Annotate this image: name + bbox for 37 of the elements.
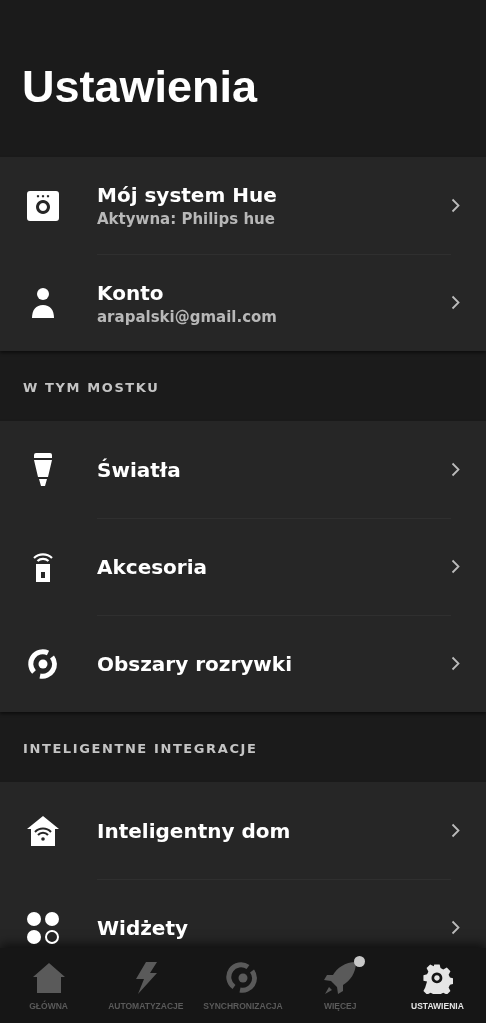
chevron-icon: [451, 656, 460, 671]
settings-item[interactable]: Akcesoria: [0, 518, 486, 615]
settings-item[interactable]: Inteligentny dom: [0, 782, 486, 879]
chevron-icon: [451, 823, 460, 838]
settings-item[interactable]: Mój system Hue Aktywna: Philips hue: [0, 157, 486, 254]
rocket-icon: [323, 960, 358, 995]
home-icon: [31, 961, 66, 994]
chevron-icon: [451, 559, 460, 574]
item-title: Mój system Hue: [97, 183, 277, 207]
item-title: Inteligentny dom: [97, 818, 291, 843]
nav-tab[interactable]: USTAWIENIA: [388, 948, 486, 1023]
chevron-icon: [451, 920, 460, 935]
lightning-icon: [133, 960, 158, 995]
item-subtitle: Aktywna: Philips hue: [97, 210, 275, 228]
section-heading: W TYM MOSTKU: [22, 378, 161, 397]
item-title: Obszary rozrywki: [97, 652, 292, 676]
sync-icon: [226, 960, 260, 995]
bridge-icon: [25, 188, 60, 223]
item-title: Widżety: [97, 916, 189, 940]
widgets-icon: [25, 910, 60, 945]
sync-icon: [25, 646, 60, 681]
section-heading: INTELIGENTNE INTEGRACJE: [22, 739, 259, 758]
house-wifi-icon: [25, 813, 60, 848]
page-title: Ustawienia: [22, 60, 258, 113]
chevron-icon: [451, 295, 460, 310]
settings-item[interactable]: Światła: [0, 421, 486, 518]
item-subtitle: arapalski@gmail.com: [97, 307, 277, 326]
settings-icon: [421, 961, 454, 994]
item-title: Akcesoria: [97, 555, 208, 579]
chevron-icon: [451, 462, 460, 477]
chevron-icon: [451, 198, 460, 213]
settings-item[interactable]: Obszary rozrywki: [0, 615, 486, 712]
person-icon: [30, 286, 55, 319]
settings-item[interactable]: Konto arapalski@gmail.com: [0, 254, 486, 351]
item-title: Światła: [97, 457, 181, 482]
item-title: Konto: [97, 280, 164, 305]
bulb-icon: [31, 452, 54, 487]
